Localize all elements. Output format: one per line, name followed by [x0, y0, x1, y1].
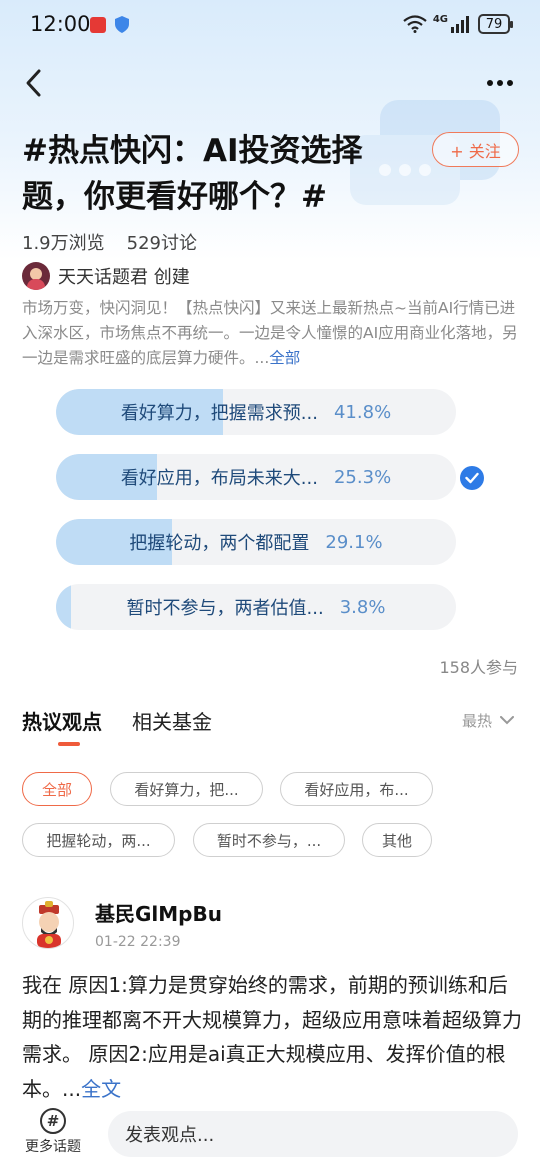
signal-icon	[451, 16, 469, 33]
content-tabs: 热议观点 相关基金	[22, 706, 212, 746]
post-username[interactable]: 基民GlMpBu	[95, 898, 222, 927]
status-time: 12:00	[30, 12, 91, 36]
tab-hot-opinions[interactable]: 热议观点	[22, 706, 102, 746]
system-icons: 4G 79	[403, 14, 513, 34]
dot-icon	[487, 80, 493, 86]
topic-stats: 1.9万浏览 529讨论	[22, 229, 197, 255]
poll-option-label: 看好应用，布局未来大...	[120, 468, 318, 489]
expand-description-link[interactable]: 全部	[269, 349, 300, 367]
filter-chip-other[interactable]: 其他	[362, 823, 432, 857]
dot-icon	[497, 80, 503, 86]
comment-input[interactable]: 发表观点...	[108, 1111, 518, 1157]
poll-option-label: 把握轮动，两个都配置	[129, 533, 310, 554]
shield-icon	[115, 16, 129, 33]
poll-option[interactable]: 看好算力，把握需求预... 41.8%	[56, 389, 456, 435]
poll-option-percent: 29.1%	[325, 531, 383, 553]
more-topics-label: 更多话题	[25, 1139, 81, 1155]
discussions-count: 529讨论	[126, 233, 197, 254]
creator-row[interactable]: 天天话题君 创建	[22, 262, 190, 290]
top-navigation	[0, 60, 540, 110]
topic-description: 市场万变，快闪洞见！【热点快闪】又来送上最新热点~当前AI行情已进入深水区，市场…	[22, 296, 522, 371]
battery-icon: 79	[478, 14, 513, 34]
sort-dropdown[interactable]: 最热	[462, 710, 514, 731]
more-options-button[interactable]	[480, 66, 520, 100]
sort-label: 最热	[461, 712, 492, 730]
filter-chip[interactable]: 把握轮动，两...	[22, 823, 175, 857]
back-button[interactable]	[16, 66, 50, 100]
poll-option[interactable]: 暂时不参与，两者估值... 3.8%	[56, 584, 456, 630]
tab-related-funds[interactable]: 相关基金	[132, 706, 212, 735]
poll-option-percent: 25.3%	[333, 466, 392, 488]
chevron-down-icon	[500, 716, 514, 725]
poll-option-label: 看好算力，把握需求预...	[120, 403, 318, 424]
filter-chip-all[interactable]: 全部	[22, 772, 92, 806]
post-avatar[interactable]	[22, 897, 74, 949]
poll-option-label: 暂时不参与，两者估值...	[126, 598, 324, 619]
chevron-left-icon	[26, 69, 41, 97]
more-topics-button[interactable]: # 更多话题	[20, 1108, 86, 1156]
hashtag-icon: #	[40, 1108, 66, 1134]
fortune-god-avatar-icon	[37, 901, 61, 948]
filter-chip[interactable]: 看好应用，布...	[280, 772, 433, 806]
filter-chip[interactable]: 看好算力，把...	[110, 772, 263, 806]
read-full-link[interactable]: 全文	[81, 1077, 121, 1101]
network-type-label: 4G	[432, 14, 448, 25]
participants-count: 158人参与	[439, 658, 518, 677]
post-body[interactable]: 我在 原因1:算力是贯穿始终的需求，前期的预训练和后期的推理都离不开大规模算力，…	[22, 968, 522, 1106]
filter-chip[interactable]: 暂时不参与，...	[193, 823, 345, 857]
poll-option[interactable]: 看好应用，布局未来大... 25.3%	[56, 454, 456, 500]
views-count: 1.9万浏览	[22, 233, 105, 254]
creator-name: 天天话题君 创建	[58, 267, 190, 288]
selected-check-icon	[460, 466, 484, 490]
bottom-bar: # 更多话题 发表观点...	[0, 1098, 540, 1170]
poll-option-percent: 3.8%	[339, 596, 386, 618]
poll-option[interactable]: 把握轮动，两个都配置 29.1%	[56, 519, 456, 565]
huawei-app-icon	[90, 17, 106, 33]
follow-button[interactable]: + 关注	[432, 132, 519, 167]
wifi-icon	[403, 15, 427, 33]
poll-option-percent: 41.8%	[333, 401, 392, 423]
creator-avatar	[22, 262, 50, 290]
post-timestamp: 01-22 22:39	[95, 934, 181, 950]
topic-title: #热点快闪：AI投资选择题，你更看好哪个？#	[22, 133, 363, 215]
status-bar: 12:00 4G 79	[0, 0, 540, 52]
dot-icon	[507, 80, 513, 86]
